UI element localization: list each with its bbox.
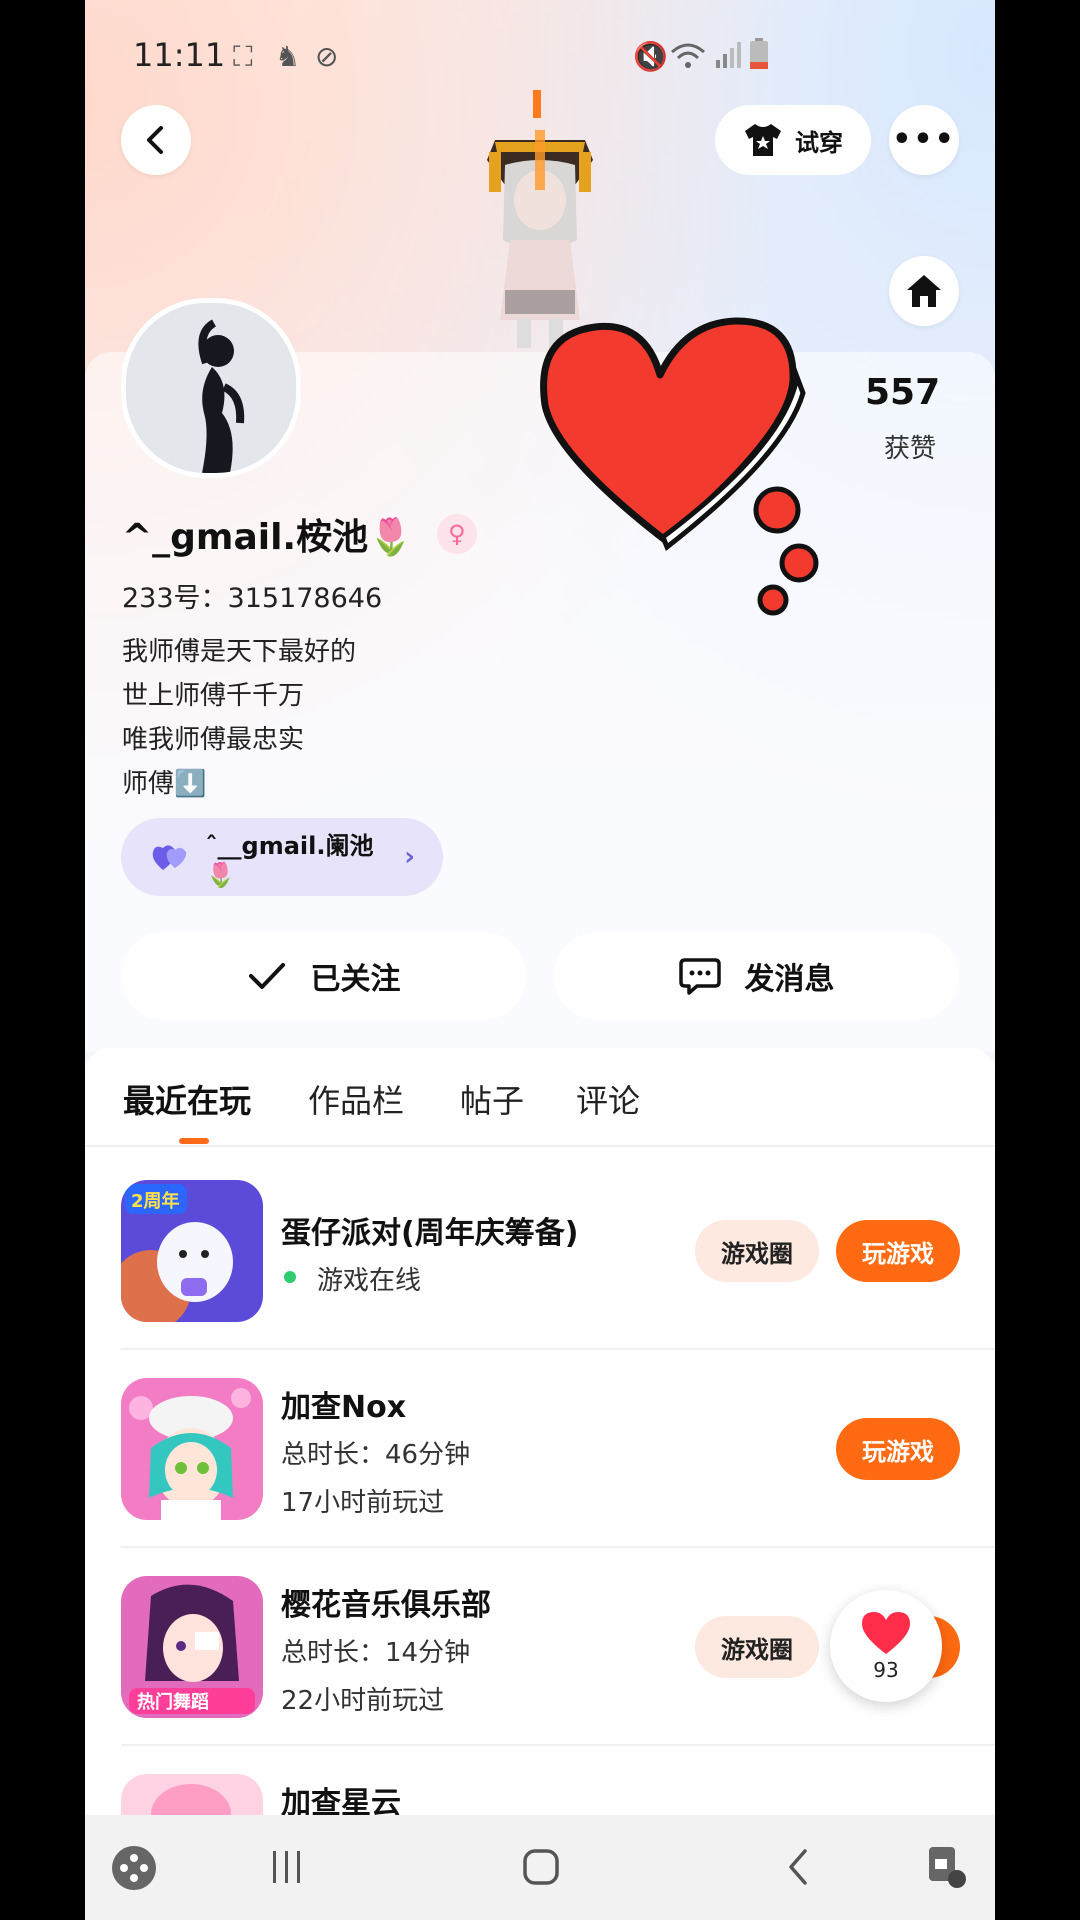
signal-icon (716, 42, 741, 68)
recent-apps-icon[interactable] (267, 1847, 307, 1887)
chat-bubble-icon (678, 958, 721, 995)
home-button[interactable] (889, 256, 959, 326)
list-divider (121, 1744, 995, 1746)
touch-lock-icon[interactable] (925, 1843, 969, 1889)
female-gender-icon: ♀ (436, 514, 477, 554)
heart-icon (862, 1612, 910, 1654)
tab-comments[interactable]: 评论 (576, 1076, 640, 1122)
more-dots-icon: ••• (892, 122, 956, 157)
user-name: ^_gmail.桉池🌷 (122, 517, 413, 558)
battery-icon (750, 38, 768, 69)
game-icon-gacha-nox[interactable] (121, 1378, 263, 1520)
tab-posts[interactable]: 帖子 (460, 1076, 524, 1122)
back-button[interactable] (121, 105, 191, 175)
cp-name: ˆ__gmail.阑池🌷 (205, 831, 374, 889)
chevron-right-icon: › (404, 842, 415, 872)
avatar-character-figure (487, 90, 593, 348)
tab-recently-played[interactable]: 最近在玩 (123, 1076, 251, 1122)
status-bar: 11:11 ⛶ ♞ ⊘ 🔇 (85, 26, 995, 86)
game-title: 加查Nox (281, 1390, 407, 1425)
back-nav-icon[interactable] (783, 1847, 813, 1887)
game-circle-button[interactable]: 游戏圈 (695, 1220, 819, 1282)
game-circle-button[interactable]: 游戏圈 (695, 1616, 819, 1678)
online-status-dot (284, 1271, 296, 1283)
mute-icon: 🔇 (633, 40, 668, 73)
notification-icon: ♞ (275, 40, 301, 73)
status-time: 11:11 (133, 36, 226, 74)
active-tab-indicator (179, 1138, 209, 1144)
user-bio: 我师傅是天下最好的 世上师傅千千万 唯我师傅最忠实 师傅⬇️ (122, 630, 356, 806)
game-icon-sakura-music-club[interactable]: 热门舞蹈 (121, 1576, 263, 1718)
game-play-duration: 总时长：46分钟 (281, 1440, 471, 1470)
back-chevron-icon (147, 126, 163, 154)
game-icon-eggy-party[interactable]: 2周年 (121, 1180, 263, 1322)
gacha-nebula-icon-image (121, 1774, 263, 1815)
likes-label: 获赞 (884, 434, 937, 464)
game-icon-gacha-nebula[interactable] (121, 1774, 263, 1815)
send-message-button[interactable]: 发消息 (554, 932, 959, 1020)
game-title: 樱花音乐俱乐部 (281, 1588, 491, 1623)
tabs-divider (85, 1145, 995, 1147)
game-last-played: 22小时前玩过 (281, 1686, 445, 1716)
bio-line: 世上师傅千千万 (122, 681, 305, 711)
bio-line: 师傅⬇️ (122, 769, 207, 799)
user-id: 233号：315178646 (122, 583, 383, 614)
gacha-nox-icon-image (121, 1378, 263, 1520)
bio-line: 唯我师傅最忠实 (122, 725, 305, 755)
profile-screen: 11:11 ⛶ ♞ ⊘ 🔇 试穿 ••• 557 获赞 ^_gmail.桉池🌷 … (85, 0, 995, 1920)
more-button[interactable]: ••• (889, 105, 959, 175)
play-game-button[interactable]: 玩游戏 (836, 1220, 960, 1282)
game-online-status: 游戏在线 (317, 1266, 422, 1296)
followed-button[interactable]: 已关注 (121, 932, 526, 1020)
heart-sticker-decoration (540, 317, 819, 616)
game-play-duration: 总时长：14分钟 (281, 1638, 471, 1668)
home-nav-icon[interactable] (521, 1847, 561, 1887)
bio-line: 我师傅是天下最好的 (122, 637, 357, 667)
game-last-played: 17小时前玩过 (281, 1488, 445, 1518)
eggy-party-icon-image: 2周年 (121, 1180, 263, 1322)
followed-label: 已关注 (310, 962, 401, 997)
user-avatar[interactable] (121, 298, 301, 478)
home-icon (907, 275, 941, 307)
list-divider (121, 1546, 995, 1548)
tab-works[interactable]: 作品栏 (308, 1076, 404, 1122)
like-count: 93 (873, 1658, 899, 1682)
try-on-label: 试穿 (795, 128, 843, 157)
double-heart-icon (152, 845, 187, 870)
send-message-label: 发消息 (744, 962, 835, 997)
game-launcher-icon[interactable] (111, 1845, 157, 1891)
game-title: 蛋仔派对(周年庆筹备) (281, 1216, 579, 1251)
anniversary-badge: 2周年 (131, 1190, 180, 1212)
checkmark-icon (248, 963, 285, 989)
play-game-button[interactable]: 玩游戏 (836, 1418, 960, 1480)
try-on-button[interactable]: 试穿 (715, 105, 871, 175)
shirt-icon (745, 124, 781, 156)
likes-count: 557 (865, 372, 941, 413)
hot-dance-badge: 热门舞蹈 (137, 1691, 209, 1713)
floating-like-button[interactable]: 93 (830, 1590, 942, 1702)
silhouette-avatar-image (126, 303, 296, 473)
sakura-music-club-icon-image: 热门舞蹈 (121, 1576, 263, 1718)
cp-relationship-tag[interactable]: ˆ__gmail.阑池🌷 › (121, 818, 443, 896)
user-name-row: ^_gmail.桉池🌷 ♀ (122, 508, 477, 560)
screenshot-icon: ⛶ (233, 40, 253, 73)
blocked-icon: ⊘ (315, 40, 339, 73)
system-navigation-bar (85, 1815, 995, 1920)
list-divider (121, 1348, 995, 1350)
wifi-icon (671, 43, 705, 68)
